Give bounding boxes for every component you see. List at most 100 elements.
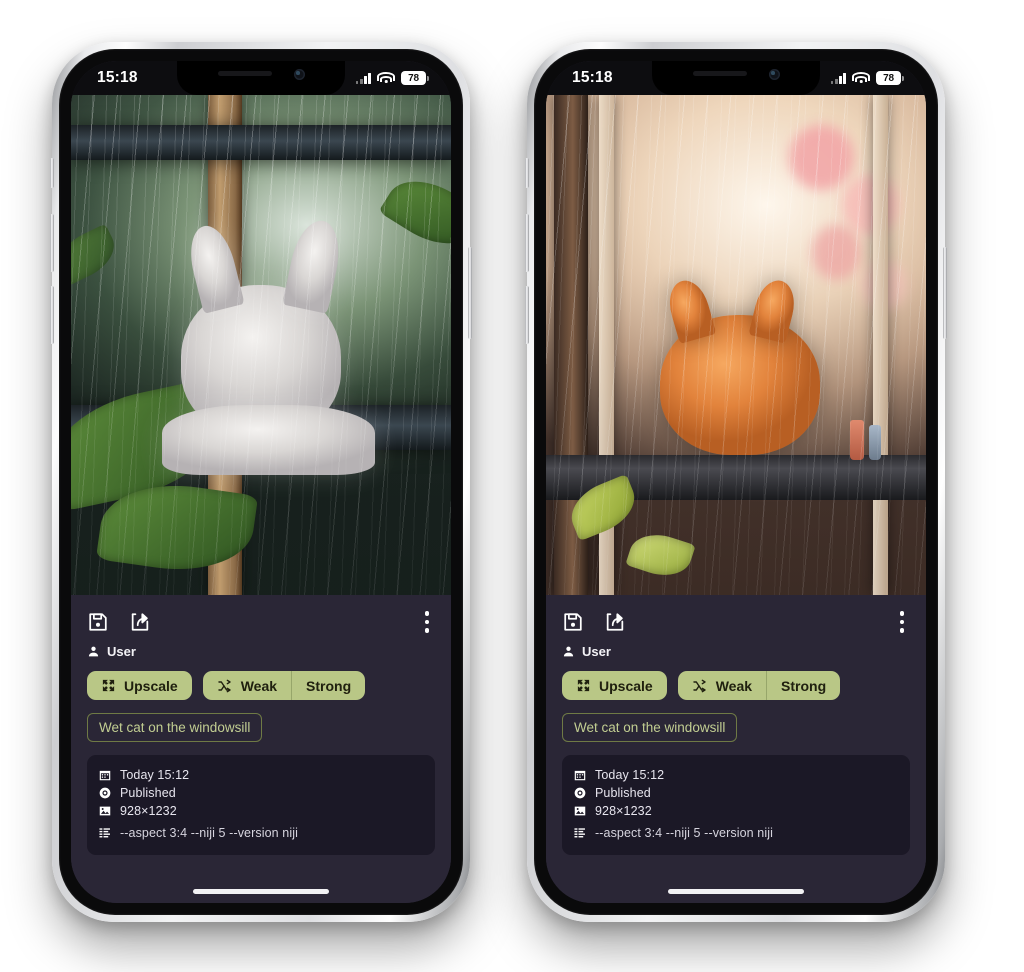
metadata-date: Today 15:12	[595, 768, 665, 782]
more-options-icon[interactable]	[894, 607, 911, 637]
upscale-button[interactable]: Upscale	[562, 671, 667, 700]
mute-switch-button[interactable]	[525, 158, 529, 188]
share-icon[interactable]	[604, 611, 626, 633]
variation-weak-button[interactable]: Weak	[203, 671, 291, 700]
metadata-status: Published	[595, 786, 651, 800]
screenshot-stage: 15:18 78 User Upscale Weak Strong Wet ca…	[0, 0, 1024, 972]
eye-icon	[574, 787, 586, 799]
prompt-text: Wet cat on the windowsill	[99, 720, 251, 735]
variation-weak-label: Weak	[240, 677, 278, 694]
rain-overlay	[546, 95, 926, 595]
variation-strong-label: Strong	[306, 677, 352, 694]
author-row: User	[562, 644, 910, 659]
image-action-buttons: Upscale Weak Strong	[562, 671, 910, 700]
front-camera-icon	[768, 69, 780, 80]
status-bar-clock: 15:18	[572, 69, 613, 87]
metadata-row-size: 928×1232	[98, 804, 424, 818]
volume-down-button[interactable]	[525, 286, 529, 344]
shuffle-icon	[693, 679, 706, 692]
cellular-signal-icon	[355, 72, 371, 84]
volume-up-button[interactable]	[525, 214, 529, 272]
metadata-row-date: Today 15:12	[98, 768, 424, 782]
action-bar	[562, 607, 910, 637]
upscale-label: Upscale	[599, 677, 653, 694]
variation-weak-label: Weak	[715, 677, 753, 694]
upscale-label: Upscale	[124, 677, 178, 694]
variation-segmented-control: Weak Strong	[202, 671, 366, 700]
battery-icon: 78	[401, 71, 429, 85]
image-icon	[99, 806, 111, 816]
author-name: User	[582, 644, 611, 659]
home-indicator[interactable]	[668, 889, 804, 894]
user-icon	[88, 646, 99, 657]
phone-screen-right: 15:18 78 User Upscale Weak Strong Wet ca…	[546, 61, 926, 903]
prompt-chip[interactable]: Wet cat on the windowsill	[562, 713, 738, 742]
variation-segmented-control: Weak Strong	[677, 671, 841, 700]
rain-overlay	[71, 95, 451, 595]
phone-bezel: 15:18 78 User Upscale Weak Strong Wet ca…	[59, 49, 463, 915]
power-button[interactable]	[468, 247, 472, 339]
action-bar	[87, 607, 435, 637]
metadata-date: Today 15:12	[120, 768, 190, 782]
phone-bezel: 15:18 78 User Upscale Weak Strong Wet ca…	[534, 49, 938, 915]
metadata-row-date: Today 15:12	[573, 768, 899, 782]
action-buttons	[562, 611, 626, 633]
save-icon[interactable]	[562, 611, 584, 633]
variation-strong-button[interactable]: Strong	[766, 671, 840, 700]
metadata-row-params: --aspect 3:4 --niji 5 --version niji	[98, 826, 424, 840]
battery-cap	[902, 75, 904, 81]
wifi-icon	[377, 72, 395, 84]
save-icon[interactable]	[87, 611, 109, 633]
metadata-dimensions: 928×1232	[595, 804, 652, 818]
share-icon[interactable]	[129, 611, 151, 633]
power-button[interactable]	[943, 247, 947, 339]
variation-weak-button[interactable]: Weak	[678, 671, 766, 700]
volume-down-button[interactable]	[50, 286, 54, 344]
expand-arrows-icon	[577, 679, 590, 692]
phone-screen-left: 15:18 78 User Upscale Weak Strong Wet ca…	[71, 61, 451, 903]
metadata-parameters: --aspect 3:4 --niji 5 --version niji	[120, 826, 298, 840]
display-notch	[652, 61, 820, 95]
list-icon	[99, 828, 110, 838]
status-bar-indicators: 78	[830, 71, 904, 85]
display-notch	[177, 61, 345, 95]
image-action-buttons: Upscale Weak Strong	[87, 671, 435, 700]
author-row: User	[87, 644, 435, 659]
metadata-status: Published	[120, 786, 176, 800]
more-options-icon[interactable]	[419, 607, 436, 637]
user-icon	[563, 646, 574, 657]
metadata-dimensions: 928×1232	[120, 804, 177, 818]
status-bar-indicators: 78	[355, 71, 429, 85]
image-metadata-box: Today 15:12 Published 928×1232 --aspect …	[562, 755, 910, 855]
calendar-icon	[574, 770, 586, 781]
volume-up-button[interactable]	[50, 214, 54, 272]
variation-strong-button[interactable]: Strong	[291, 671, 365, 700]
wifi-icon	[852, 72, 870, 84]
home-indicator[interactable]	[193, 889, 329, 894]
calendar-icon	[99, 770, 111, 781]
image-icon	[574, 806, 586, 816]
variation-strong-label: Strong	[781, 677, 827, 694]
prompt-chip[interactable]: Wet cat on the windowsill	[87, 713, 263, 742]
image-metadata-box: Today 15:12 Published 928×1232 --aspect …	[87, 755, 435, 855]
metadata-row-params: --aspect 3:4 --niji 5 --version niji	[573, 826, 899, 840]
upscale-button[interactable]: Upscale	[87, 671, 192, 700]
generated-image-left[interactable]	[71, 95, 451, 595]
list-icon	[574, 828, 585, 838]
battery-icon: 78	[876, 71, 904, 85]
metadata-row-status: Published	[98, 786, 424, 800]
image-info-panel-left: User Upscale Weak Strong Wet cat on the …	[71, 595, 451, 903]
metadata-parameters: --aspect 3:4 --niji 5 --version niji	[595, 826, 773, 840]
metadata-row-status: Published	[573, 786, 899, 800]
shuffle-icon	[218, 679, 231, 692]
battery-level-label: 78	[401, 71, 426, 85]
action-buttons	[87, 611, 151, 633]
battery-level-label: 78	[876, 71, 901, 85]
mute-switch-button[interactable]	[50, 158, 54, 188]
front-camera-icon	[293, 69, 305, 80]
prompt-text: Wet cat on the windowsill	[574, 720, 726, 735]
status-bar-clock: 15:18	[97, 69, 138, 87]
battery-cap	[427, 75, 429, 81]
generated-image-right[interactable]	[546, 95, 926, 595]
metadata-row-size: 928×1232	[573, 804, 899, 818]
